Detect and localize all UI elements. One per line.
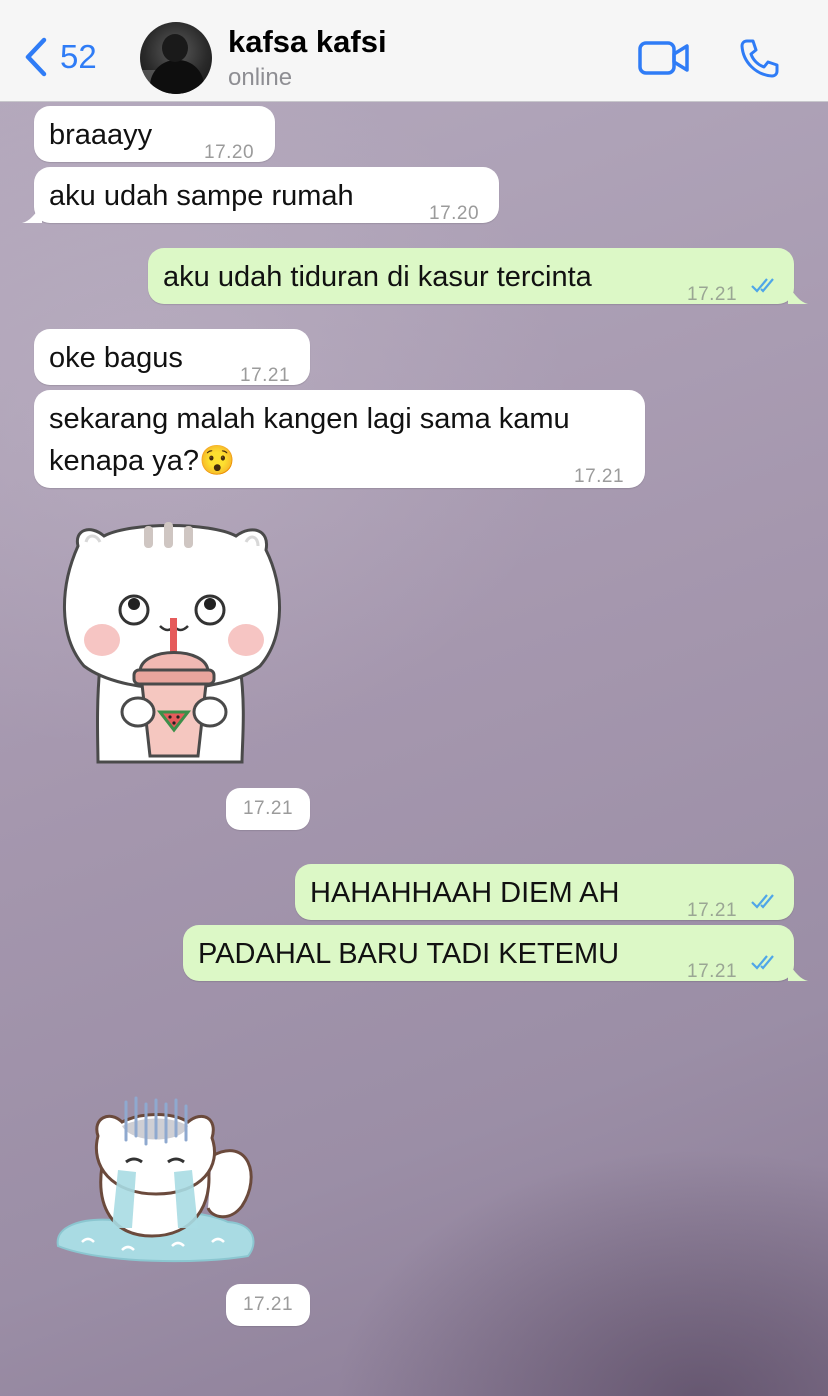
back-button[interactable]: 52 <box>22 32 97 82</box>
message-text-line1: sekarang malah kangen lagi sama kamu <box>49 403 570 435</box>
message-text: aku udah tiduran di kasur tercinta <box>163 261 592 293</box>
message-time: 17.21 <box>687 961 738 982</box>
video-call-button[interactable] <box>638 40 690 76</box>
double-check-icon <box>751 955 774 970</box>
contact-name[interactable]: kafsa kafsi <box>228 24 387 60</box>
message-text: oke bagus <box>49 342 183 374</box>
bubble-tail <box>22 205 42 223</box>
voice-call-button[interactable] <box>738 38 780 80</box>
message-text: HAHAHHAAH DIEM AH <box>310 877 620 909</box>
outgoing-message[interactable]: HAHAHHAAH DIEM AH 17.21 <box>295 864 794 921</box>
outgoing-message[interactable]: aku udah tiduran di kasur tercinta 17.21 <box>148 248 808 305</box>
incoming-message[interactable]: sekarang malah kangen lagi sama kamu ken… <box>34 390 645 488</box>
chat-header: 52 kafsa kafsi online <box>0 0 828 102</box>
double-check-icon <box>751 894 774 909</box>
message-text-line2: kenapa ya? <box>49 445 199 477</box>
incoming-message[interactable]: braaayy 17.20 <box>34 106 275 163</box>
phone-icon <box>740 39 779 78</box>
outgoing-message[interactable]: PADAHAL BARU TADI KETEMU 17.21 <box>183 925 808 982</box>
hushed-face-emoji: 😯 <box>198 445 236 477</box>
video-camera-icon <box>638 41 689 75</box>
avatar[interactable] <box>140 22 212 94</box>
message-time: 17.21 <box>574 466 625 487</box>
incoming-message[interactable]: aku udah sampe rumah 17.20 <box>22 167 499 224</box>
message-time: 17.21 <box>687 284 738 305</box>
double-check-icon <box>751 278 774 293</box>
chevron-left-icon <box>25 37 47 77</box>
message-time: 17.20 <box>429 203 480 224</box>
bubble-tail <box>788 286 808 304</box>
cat-crying-sticker[interactable] <box>52 1096 262 1266</box>
unread-count: 52 <box>60 38 97 75</box>
message-text: braaayy <box>49 119 153 151</box>
contact-status: online <box>228 64 293 91</box>
sticker-time: 17.21 <box>226 1284 310 1326</box>
message-text: PADAHAL BARU TADI KETEMU <box>198 938 620 970</box>
bubble-tail <box>788 963 808 981</box>
incoming-message[interactable]: oke bagus 17.21 <box>34 329 310 386</box>
message-text: aku udah sampe rumah <box>49 180 354 212</box>
cat-drinking-sticker[interactable] <box>60 516 292 766</box>
sticker-time: 17.21 <box>226 788 310 830</box>
